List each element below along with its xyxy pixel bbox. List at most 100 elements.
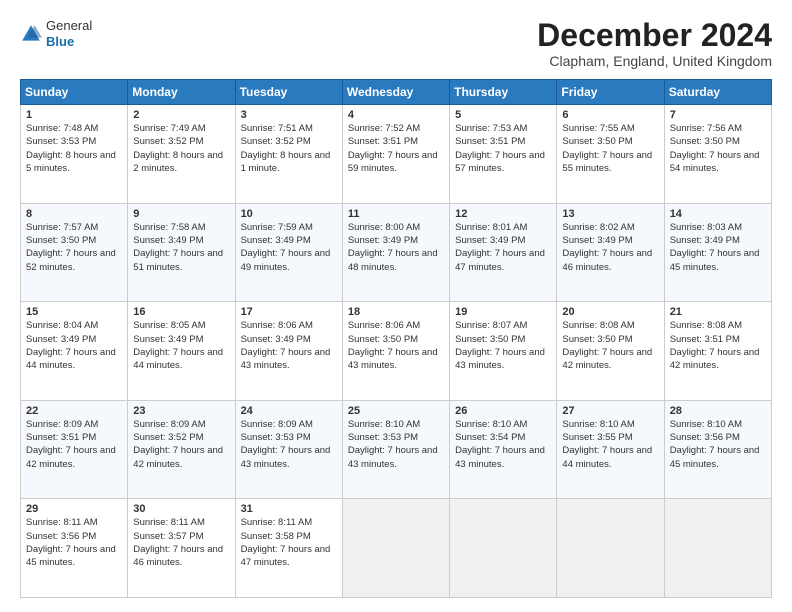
- calendar-cell: 2Sunrise: 7:49 AM Sunset: 3:52 PM Daylig…: [128, 105, 235, 204]
- day-content: Sunrise: 7:55 AM Sunset: 3:50 PM Dayligh…: [562, 122, 658, 175]
- calendar-cell: [450, 499, 557, 598]
- day-content: Sunrise: 8:08 AM Sunset: 3:50 PM Dayligh…: [562, 319, 658, 372]
- day-content: Sunrise: 8:05 AM Sunset: 3:49 PM Dayligh…: [133, 319, 229, 372]
- day-number: 31: [241, 503, 337, 515]
- day-number: 12: [455, 208, 551, 220]
- calendar-cell: 13Sunrise: 8:02 AM Sunset: 3:49 PM Dayli…: [557, 203, 664, 302]
- calendar-cell: 29Sunrise: 8:11 AM Sunset: 3:56 PM Dayli…: [21, 499, 128, 598]
- calendar-cell: 21Sunrise: 8:08 AM Sunset: 3:51 PM Dayli…: [664, 302, 771, 401]
- day-content: Sunrise: 8:10 AM Sunset: 3:56 PM Dayligh…: [670, 418, 766, 471]
- day-number: 5: [455, 109, 551, 121]
- calendar-cell: 30Sunrise: 8:11 AM Sunset: 3:57 PM Dayli…: [128, 499, 235, 598]
- day-content: Sunrise: 7:56 AM Sunset: 3:50 PM Dayligh…: [670, 122, 766, 175]
- day-number: 3: [241, 109, 337, 121]
- day-content: Sunrise: 8:10 AM Sunset: 3:55 PM Dayligh…: [562, 418, 658, 471]
- day-content: Sunrise: 8:08 AM Sunset: 3:51 PM Dayligh…: [670, 319, 766, 372]
- day-content: Sunrise: 8:07 AM Sunset: 3:50 PM Dayligh…: [455, 319, 551, 372]
- calendar-cell: 10Sunrise: 7:59 AM Sunset: 3:49 PM Dayli…: [235, 203, 342, 302]
- day-number: 13: [562, 208, 658, 220]
- day-number: 10: [241, 208, 337, 220]
- day-content: Sunrise: 7:57 AM Sunset: 3:50 PM Dayligh…: [26, 221, 122, 274]
- day-number: 17: [241, 306, 337, 318]
- calendar-cell: 15Sunrise: 8:04 AM Sunset: 3:49 PM Dayli…: [21, 302, 128, 401]
- day-number: 23: [133, 405, 229, 417]
- calendar-cell: 11Sunrise: 8:00 AM Sunset: 3:49 PM Dayli…: [342, 203, 449, 302]
- calendar-header-row: SundayMondayTuesdayWednesdayThursdayFrid…: [21, 80, 772, 105]
- calendar-cell: 22Sunrise: 8:09 AM Sunset: 3:51 PM Dayli…: [21, 400, 128, 499]
- calendar-cell: 8Sunrise: 7:57 AM Sunset: 3:50 PM Daylig…: [21, 203, 128, 302]
- calendar-cell: 1Sunrise: 7:48 AM Sunset: 3:53 PM Daylig…: [21, 105, 128, 204]
- calendar-cell: [342, 499, 449, 598]
- day-content: Sunrise: 8:01 AM Sunset: 3:49 PM Dayligh…: [455, 221, 551, 274]
- day-number: 2: [133, 109, 229, 121]
- calendar-cell: 25Sunrise: 8:10 AM Sunset: 3:53 PM Dayli…: [342, 400, 449, 499]
- title-section: December 2024 Clapham, England, United K…: [537, 18, 772, 69]
- day-number: 6: [562, 109, 658, 121]
- calendar-cell: 3Sunrise: 7:51 AM Sunset: 3:52 PM Daylig…: [235, 105, 342, 204]
- day-content: Sunrise: 8:11 AM Sunset: 3:58 PM Dayligh…: [241, 516, 337, 569]
- calendar-cell: 28Sunrise: 8:10 AM Sunset: 3:56 PM Dayli…: [664, 400, 771, 499]
- day-content: Sunrise: 8:09 AM Sunset: 3:51 PM Dayligh…: [26, 418, 122, 471]
- day-number: 28: [670, 405, 766, 417]
- calendar-cell: 24Sunrise: 8:09 AM Sunset: 3:53 PM Dayli…: [235, 400, 342, 499]
- calendar-cell: 20Sunrise: 8:08 AM Sunset: 3:50 PM Dayli…: [557, 302, 664, 401]
- calendar-cell: 7Sunrise: 7:56 AM Sunset: 3:50 PM Daylig…: [664, 105, 771, 204]
- day-content: Sunrise: 7:58 AM Sunset: 3:49 PM Dayligh…: [133, 221, 229, 274]
- day-number: 22: [26, 405, 122, 417]
- calendar-cell: 27Sunrise: 8:10 AM Sunset: 3:55 PM Dayli…: [557, 400, 664, 499]
- day-number: 11: [348, 208, 444, 220]
- day-content: Sunrise: 7:59 AM Sunset: 3:49 PM Dayligh…: [241, 221, 337, 274]
- day-number: 18: [348, 306, 444, 318]
- day-content: Sunrise: 8:06 AM Sunset: 3:50 PM Dayligh…: [348, 319, 444, 372]
- day-number: 27: [562, 405, 658, 417]
- weekday-header: Sunday: [21, 80, 128, 105]
- header: General Blue December 2024 Clapham, Engl…: [20, 18, 772, 69]
- logo-general-text: General: [46, 18, 92, 34]
- day-number: 21: [670, 306, 766, 318]
- day-number: 9: [133, 208, 229, 220]
- weekday-header: Friday: [557, 80, 664, 105]
- day-content: Sunrise: 8:09 AM Sunset: 3:53 PM Dayligh…: [241, 418, 337, 471]
- day-number: 7: [670, 109, 766, 121]
- calendar-cell: 19Sunrise: 8:07 AM Sunset: 3:50 PM Dayli…: [450, 302, 557, 401]
- day-content: Sunrise: 8:03 AM Sunset: 3:49 PM Dayligh…: [670, 221, 766, 274]
- day-number: 15: [26, 306, 122, 318]
- calendar-cell: [664, 499, 771, 598]
- day-content: Sunrise: 8:04 AM Sunset: 3:49 PM Dayligh…: [26, 319, 122, 372]
- weekday-header: Saturday: [664, 80, 771, 105]
- day-number: 25: [348, 405, 444, 417]
- calendar-cell: 23Sunrise: 8:09 AM Sunset: 3:52 PM Dayli…: [128, 400, 235, 499]
- day-number: 14: [670, 208, 766, 220]
- calendar-week-row: 1Sunrise: 7:48 AM Sunset: 3:53 PM Daylig…: [21, 105, 772, 204]
- day-content: Sunrise: 7:48 AM Sunset: 3:53 PM Dayligh…: [26, 122, 122, 175]
- day-number: 1: [26, 109, 122, 121]
- calendar-cell: 31Sunrise: 8:11 AM Sunset: 3:58 PM Dayli…: [235, 499, 342, 598]
- calendar-cell: [557, 499, 664, 598]
- calendar-week-row: 29Sunrise: 8:11 AM Sunset: 3:56 PM Dayli…: [21, 499, 772, 598]
- calendar-table: SundayMondayTuesdayWednesdayThursdayFrid…: [20, 79, 772, 598]
- logo-blue-text: Blue: [46, 34, 92, 50]
- calendar-cell: 4Sunrise: 7:52 AM Sunset: 3:51 PM Daylig…: [342, 105, 449, 204]
- calendar-cell: 9Sunrise: 7:58 AM Sunset: 3:49 PM Daylig…: [128, 203, 235, 302]
- calendar-week-row: 22Sunrise: 8:09 AM Sunset: 3:51 PM Dayli…: [21, 400, 772, 499]
- calendar-cell: 16Sunrise: 8:05 AM Sunset: 3:49 PM Dayli…: [128, 302, 235, 401]
- calendar-cell: 18Sunrise: 8:06 AM Sunset: 3:50 PM Dayli…: [342, 302, 449, 401]
- calendar-cell: 17Sunrise: 8:06 AM Sunset: 3:49 PM Dayli…: [235, 302, 342, 401]
- logo-icon: [20, 23, 42, 45]
- day-number: 30: [133, 503, 229, 515]
- day-number: 19: [455, 306, 551, 318]
- day-number: 24: [241, 405, 337, 417]
- day-content: Sunrise: 7:52 AM Sunset: 3:51 PM Dayligh…: [348, 122, 444, 175]
- day-content: Sunrise: 8:11 AM Sunset: 3:56 PM Dayligh…: [26, 516, 122, 569]
- day-content: Sunrise: 8:10 AM Sunset: 3:53 PM Dayligh…: [348, 418, 444, 471]
- page: General Blue December 2024 Clapham, Engl…: [0, 0, 792, 612]
- day-number: 26: [455, 405, 551, 417]
- day-content: Sunrise: 8:09 AM Sunset: 3:52 PM Dayligh…: [133, 418, 229, 471]
- day-content: Sunrise: 7:51 AM Sunset: 3:52 PM Dayligh…: [241, 122, 337, 175]
- day-content: Sunrise: 8:10 AM Sunset: 3:54 PM Dayligh…: [455, 418, 551, 471]
- day-number: 4: [348, 109, 444, 121]
- calendar-cell: 14Sunrise: 8:03 AM Sunset: 3:49 PM Dayli…: [664, 203, 771, 302]
- day-number: 8: [26, 208, 122, 220]
- day-number: 16: [133, 306, 229, 318]
- calendar-week-row: 15Sunrise: 8:04 AM Sunset: 3:49 PM Dayli…: [21, 302, 772, 401]
